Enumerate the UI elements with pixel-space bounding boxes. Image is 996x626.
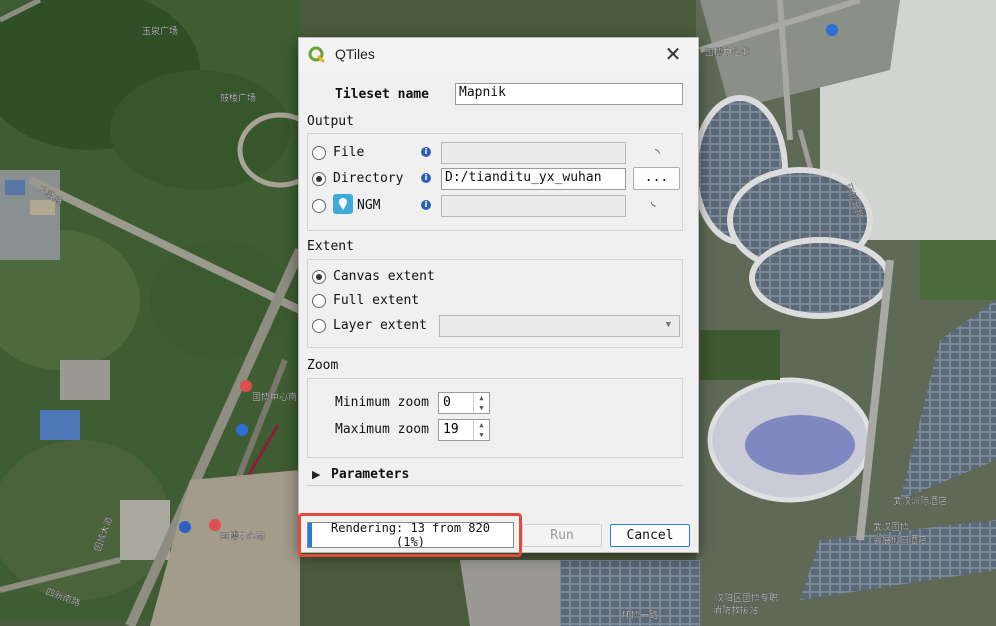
directory-radio[interactable] bbox=[312, 172, 326, 186]
layer-extent-radio[interactable] bbox=[312, 319, 326, 333]
highlight-annotation bbox=[298, 513, 522, 557]
min-zoom-value: 0 bbox=[443, 395, 451, 410]
ngm-logo-icon bbox=[333, 194, 353, 214]
canvas-extent-label: Canvas extent bbox=[333, 269, 435, 284]
map-label: 汉阳区国博专职 bbox=[715, 592, 778, 604]
dialog-title: QTiles bbox=[335, 46, 375, 62]
info-icon[interactable]: i bbox=[421, 147, 431, 157]
max-zoom-value: 19 bbox=[443, 422, 459, 437]
canvas-extent-radio[interactable] bbox=[312, 270, 326, 284]
spinner-icon: ◟ bbox=[651, 194, 656, 208]
layer-extent-label: Layer extent bbox=[333, 318, 427, 333]
min-zoom-label: Minimum zoom bbox=[335, 395, 429, 410]
metro-station-icon bbox=[209, 519, 221, 531]
full-extent-radio[interactable] bbox=[312, 294, 326, 308]
metro-d-icon bbox=[179, 521, 191, 533]
directory-path-input[interactable]: D:/tianditu_yx_wuhan bbox=[441, 168, 626, 190]
run-button[interactable]: Run bbox=[522, 524, 602, 547]
parameters-toggle[interactable]: Parameters bbox=[331, 467, 409, 482]
spin-arrows-icon[interactable]: ▲ ▼ bbox=[473, 393, 489, 413]
tileset-name-label: Tileset name bbox=[335, 87, 429, 102]
layer-select[interactable]: ▼ bbox=[439, 315, 680, 337]
max-zoom-spinbox[interactable]: 19 ▲ ▼ bbox=[438, 419, 490, 441]
directory-label: Directory bbox=[333, 171, 404, 186]
map-label: 鼓楼广场 bbox=[220, 92, 256, 104]
map-label: 国博中心北 bbox=[705, 46, 750, 58]
extent-label: Extent bbox=[307, 239, 354, 254]
cancel-button[interactable]: Cancel bbox=[610, 524, 690, 547]
qtiles-dialog: QTiles ✕ Tileset name Mapnik Output File… bbox=[298, 37, 699, 553]
ngm-radio[interactable] bbox=[312, 199, 326, 213]
metro-a-icon bbox=[236, 424, 248, 436]
map-label: 国博中心南 bbox=[252, 391, 297, 403]
qgis-logo-icon bbox=[308, 46, 326, 64]
spin-arrows-icon[interactable]: ▲ ▼ bbox=[473, 420, 489, 440]
browse-button[interactable]: ... bbox=[633, 167, 680, 190]
info-icon[interactable]: i bbox=[421, 173, 431, 183]
full-extent-label: Full extent bbox=[333, 293, 420, 308]
spinner-icon: ◝ bbox=[655, 146, 660, 160]
max-zoom-label: Maximum zoom bbox=[335, 422, 429, 437]
dialog-titlebar[interactable]: QTiles ✕ bbox=[299, 38, 698, 72]
divider bbox=[307, 485, 683, 486]
file-label: File bbox=[333, 145, 365, 160]
zoom-label: Zoom bbox=[307, 358, 339, 373]
info-icon[interactable]: i bbox=[421, 200, 431, 210]
chevron-down-icon: ▼ bbox=[665, 320, 671, 330]
file-radio[interactable] bbox=[312, 146, 326, 160]
file-path-input[interactable] bbox=[441, 142, 626, 164]
ngm-path-input[interactable] bbox=[441, 195, 626, 217]
map-label: 国博中心南 bbox=[220, 530, 265, 542]
ngm-label: NGM bbox=[357, 198, 381, 213]
expand-arrow-icon[interactable]: ▶ bbox=[312, 468, 320, 481]
close-icon[interactable]: ✕ bbox=[661, 44, 685, 66]
map-label: 玉泉广场 bbox=[142, 25, 178, 37]
map-label: 会展假日酒店 bbox=[873, 534, 927, 546]
min-zoom-spinbox[interactable]: 0 ▲ ▼ bbox=[438, 392, 490, 414]
metro-a-icon bbox=[826, 24, 838, 36]
output-label: Output bbox=[307, 114, 354, 129]
map-label: 武汉洲际酒店 bbox=[893, 495, 947, 507]
metro-station-icon bbox=[240, 380, 252, 392]
map-label: 武汉国博 bbox=[873, 521, 909, 533]
tileset-name-input[interactable]: Mapnik bbox=[455, 83, 683, 105]
zoom-group bbox=[307, 378, 683, 458]
map-label: 环博一路 bbox=[622, 609, 658, 621]
map-label: 消防救援站 bbox=[713, 604, 758, 616]
